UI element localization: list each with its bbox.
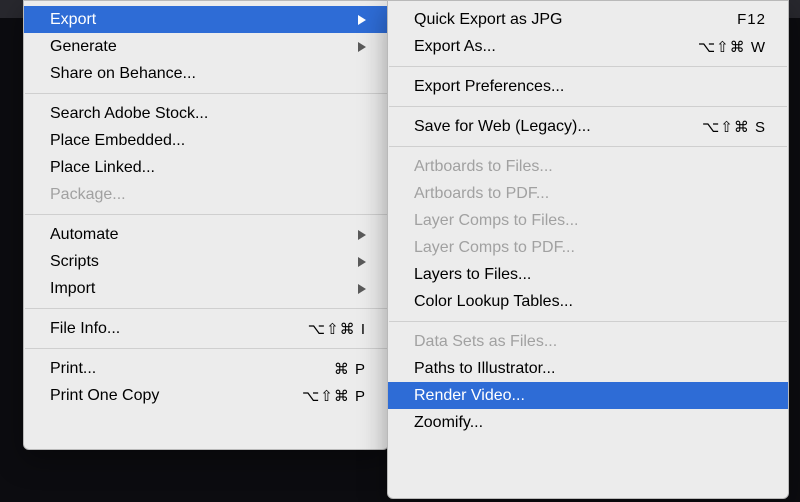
menu-item-file-info[interactable]: File Info... ⌥⇧⌘ I — [24, 315, 388, 342]
menu-item-data-sets-as-files: Data Sets as Files... — [388, 328, 788, 355]
menu-item-place-embedded[interactable]: Place Embedded... — [24, 127, 388, 154]
menu-item-label: Paths to Illustrator... — [414, 360, 555, 378]
menu-item-place-linked[interactable]: Place Linked... — [24, 154, 388, 181]
menu-item-save-for-web[interactable]: Save for Web (Legacy)... ⌥⇧⌘ S — [388, 113, 788, 140]
menu-item-label: Export As... — [414, 38, 496, 56]
menu-item-generate[interactable]: Generate — [24, 33, 388, 60]
submenu-arrow-icon — [358, 42, 366, 52]
menu-item-label: Export — [50, 11, 96, 29]
menu-separator — [25, 214, 387, 215]
menu-item-label: Artboards to PDF... — [414, 185, 549, 203]
menu-item-print[interactable]: Print... ⌘ P — [24, 355, 388, 382]
menu-separator — [389, 146, 787, 147]
menu-item-print-one-copy[interactable]: Print One Copy ⌥⇧⌘ P — [24, 382, 388, 409]
menu-item-label: Automate — [50, 226, 118, 244]
menu-separator — [25, 348, 387, 349]
menu-item-label: Artboards to Files... — [414, 158, 553, 176]
menu-item-label: Generate — [50, 38, 117, 56]
menu-item-export[interactable]: Export — [24, 6, 388, 33]
menu-item-share-behance[interactable]: Share on Behance... — [24, 60, 388, 87]
menu-item-label: Package... — [50, 186, 126, 204]
menu-item-import[interactable]: Import — [24, 275, 388, 302]
menu-item-artboards-to-pdf: Artboards to PDF... — [388, 180, 788, 207]
menu-item-paths-to-illustrator[interactable]: Paths to Illustrator... — [388, 355, 788, 382]
menu-item-label: Data Sets as Files... — [414, 333, 557, 351]
menu-item-shortcut: F12 — [737, 11, 766, 28]
menu-item-render-video[interactable]: Render Video... — [388, 382, 788, 409]
menu-item-layers-to-files[interactable]: Layers to Files... — [388, 261, 788, 288]
menu-item-label: Import — [50, 280, 95, 298]
menu-item-label: Export Preferences... — [414, 78, 564, 96]
menu-item-label: File Info... — [50, 320, 120, 338]
menu-item-shortcut: ⌘ P — [334, 360, 366, 378]
menu-item-label: Layer Comps to PDF... — [414, 239, 575, 257]
submenu-arrow-icon — [358, 257, 366, 267]
menu-item-label: Color Lookup Tables... — [414, 293, 573, 311]
menu-item-label: Print... — [50, 360, 96, 378]
menu-item-shortcut: ⌥⇧⌘ I — [308, 320, 366, 338]
menu-item-layer-comps-to-pdf: Layer Comps to PDF... — [388, 234, 788, 261]
menu-item-scripts[interactable]: Scripts — [24, 248, 388, 275]
submenu-arrow-icon — [358, 15, 366, 25]
menu-item-automate[interactable]: Automate — [24, 221, 388, 248]
menu-item-export-preferences[interactable]: Export Preferences... — [388, 73, 788, 100]
file-menu[interactable]: Export Generate Share on Behance... Search … — [23, 0, 389, 450]
menu-item-label: Quick Export as JPG — [414, 11, 563, 29]
menu-item-export-as[interactable]: Export As... ⌥⇧⌘ W — [388, 33, 788, 60]
menu-item-shortcut: ⌥⇧⌘ S — [702, 118, 766, 136]
submenu-arrow-icon — [358, 230, 366, 240]
export-submenu[interactable]: Quick Export as JPGF12Export As...⌥⇧⌘ WE… — [387, 0, 789, 499]
app-background: Export Generate Share on Behance... Search … — [0, 0, 800, 502]
menu-separator — [389, 106, 787, 107]
menu-item-label: Place Linked... — [50, 159, 155, 177]
menu-separator — [389, 66, 787, 67]
menu-item-shortcut: ⌥⇧⌘ P — [302, 387, 366, 405]
menu-item-layer-comps-to-files: Layer Comps to Files... — [388, 207, 788, 234]
menu-item-search-adobe-stock[interactable]: Search Adobe Stock... — [24, 100, 388, 127]
menu-item-label: Layer Comps to Files... — [414, 212, 579, 230]
menu-separator — [25, 93, 387, 94]
menu-item-quick-export-jpg[interactable]: Quick Export as JPG F12 — [388, 6, 788, 33]
menu-separator — [389, 321, 787, 322]
menu-item-label: Search Adobe Stock... — [50, 105, 208, 123]
submenu-arrow-icon — [358, 284, 366, 294]
menu-item-label: Share on Behance... — [50, 65, 196, 83]
menu-item-shortcut: ⌥⇧⌘ W — [698, 38, 766, 56]
menu-item-color-lookup-tables[interactable]: Color Lookup Tables... — [388, 288, 788, 315]
menu-item-label: Zoomify... — [414, 414, 483, 432]
menu-item-package: Package... — [24, 181, 388, 208]
menu-item-zoomify[interactable]: Zoomify... — [388, 409, 788, 436]
menu-item-label: Print One Copy — [50, 387, 159, 405]
menu-item-label: Save for Web (Legacy)... — [414, 118, 591, 136]
menu-item-label: Scripts — [50, 253, 99, 271]
menu-item-label: Render Video... — [414, 387, 525, 405]
menu-item-label: Layers to Files... — [414, 266, 531, 284]
menu-item-label: Place Embedded... — [50, 132, 185, 150]
menu-item-artboards-to-files: Artboards to Files... — [388, 153, 788, 180]
menu-separator — [25, 308, 387, 309]
